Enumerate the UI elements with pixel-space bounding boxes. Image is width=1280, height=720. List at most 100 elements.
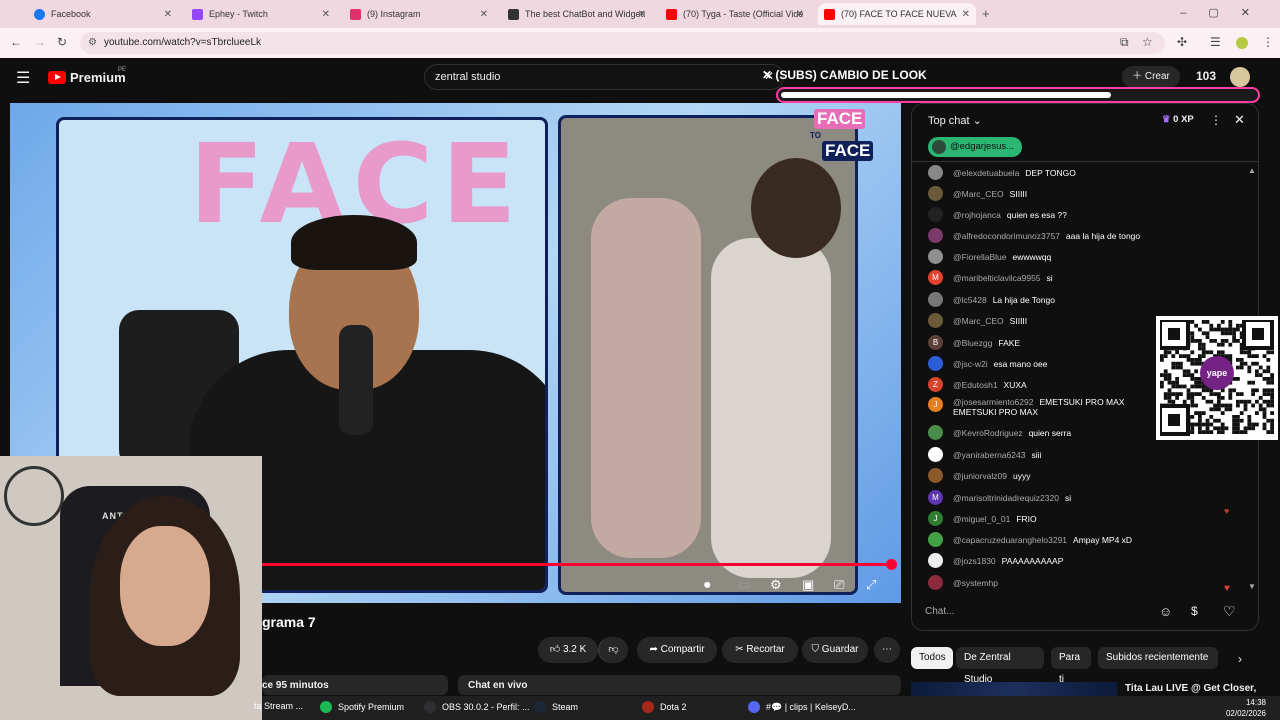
scroll-down-icon[interactable]: ▼ bbox=[1248, 582, 1256, 591]
new-tab-icon[interactable]: + bbox=[982, 6, 990, 21]
settings-gear-icon[interactable]: ⚙ bbox=[770, 577, 782, 593]
share-button[interactable]: ➦ Compartir bbox=[637, 637, 717, 663]
create-button[interactable]: ＋ Crear bbox=[1122, 66, 1180, 88]
recommended-title[interactable]: Tita Lau LIVE @ Get Closer, bbox=[1125, 683, 1256, 694]
chat-author[interactable]: @miguel_0_01 bbox=[953, 514, 1010, 524]
pinned-user-chip[interactable]: @edgarjesus... bbox=[928, 137, 1023, 157]
browser-tab[interactable]: (70) Tyga - Taste (Official Video) ✕ bbox=[660, 3, 810, 25]
avatar[interactable] bbox=[928, 532, 943, 547]
site-info-icon[interactable]: ⚙ bbox=[88, 32, 97, 54]
chat-author[interactable]: @juniorvalz09 bbox=[953, 471, 1007, 481]
chat-message[interactable]: @jozs1830 PAAAAAAAAAP bbox=[928, 553, 1063, 568]
close-icon[interactable]: ✕ bbox=[638, 9, 646, 20]
bookmark-star-icon[interactable]: ☆ bbox=[1142, 35, 1153, 49]
chat-author[interactable]: @yaniraberna6243 bbox=[953, 450, 1025, 460]
top-chat-dropdown[interactable]: Top chat ⌄ bbox=[928, 114, 982, 127]
forward-icon[interactable]: → bbox=[34, 35, 46, 49]
chat-author[interactable]: @Marc_CEO bbox=[953, 316, 1004, 326]
miniplayer-icon[interactable]: ▣ bbox=[802, 577, 814, 593]
chat-message[interactable]: @FiorellaBlue ewwwwqq bbox=[928, 249, 1051, 264]
taskbar-app[interactable]: ta Stream ... bbox=[254, 701, 303, 711]
back-icon[interactable]: ← bbox=[10, 35, 22, 49]
close-icon[interactable]: ✕ bbox=[796, 9, 804, 20]
chat-author[interactable]: @Edutosh1 bbox=[953, 380, 998, 390]
browser-tab[interactable]: (9) Instagram ✕ bbox=[344, 3, 494, 25]
extensions-icon[interactable]: ✣ bbox=[1177, 35, 1187, 49]
chat-message[interactable]: @lc5428 La hija de Tongo bbox=[928, 292, 1055, 307]
browser-tab-active[interactable]: (70) FACE TO FACE NUEVA ✕ bbox=[818, 3, 976, 25]
chat-message[interactable]: M @maribelticlavilca9955 si bbox=[928, 270, 1053, 285]
chip-filter[interactable]: Subidos recientemente bbox=[1098, 647, 1218, 669]
close-icon[interactable]: ✕ bbox=[322, 9, 330, 20]
chat-message[interactable]: @yaniraberna6243 siii bbox=[928, 447, 1041, 462]
chat-author[interactable]: @alfredocondorimunoz3757 bbox=[953, 231, 1060, 241]
taskbar-app[interactable]: Dota 2 bbox=[642, 701, 687, 713]
chat-author[interactable]: @rojhojanca bbox=[953, 210, 1001, 220]
close-icon[interactable]: ✕ bbox=[1234, 112, 1245, 128]
chat-message[interactable]: @capacruzeduaranghelo3291 Ampay MP4 xD bbox=[928, 532, 1132, 547]
emoji-icon[interactable]: ☺ bbox=[1159, 604, 1172, 619]
super-chat-icon[interactable]: $ bbox=[1191, 604, 1198, 618]
chat-author[interactable]: @jozs1830 bbox=[953, 556, 996, 566]
avatar[interactable] bbox=[928, 553, 943, 568]
chat-author[interactable]: @systemhp bbox=[953, 578, 998, 588]
chat-author[interactable]: @KevroRodriguez bbox=[953, 428, 1023, 438]
description-box[interactable]: ce 95 minutos bbox=[262, 675, 448, 695]
avatar[interactable]: Z bbox=[928, 377, 943, 392]
install-icon[interactable]: ⧉ bbox=[1120, 35, 1129, 50]
chat-author[interactable]: @elexdetuabuela bbox=[953, 168, 1019, 178]
avatar[interactable] bbox=[928, 228, 943, 243]
avatar[interactable]: J bbox=[928, 397, 943, 412]
chat-author[interactable]: @FiorellaBlue bbox=[953, 252, 1007, 262]
live-chat-replay-box[interactable]: Chat en vivo bbox=[458, 675, 901, 695]
browser-tab[interactable]: The best ChatBot and Widgets ✕ bbox=[502, 3, 652, 25]
fullscreen-icon[interactable]: ⤢ bbox=[866, 577, 876, 593]
avatar[interactable] bbox=[928, 447, 943, 462]
chat-message[interactable]: J @miguel_0_01 FRIO bbox=[928, 511, 1037, 526]
close-icon[interactable]: ✕ bbox=[480, 9, 488, 20]
chat-author[interactable]: @maribelticlavilca9955 bbox=[953, 273, 1041, 283]
taskbar-app[interactable]: #💬 | clips | KelseyD... bbox=[748, 701, 856, 713]
save-button[interactable]: ⛉ Guardar bbox=[802, 637, 868, 663]
chat-message[interactable]: @jsc-w2i esa mano oee bbox=[928, 356, 1047, 371]
chat-author[interactable]: @Bluezgg bbox=[953, 338, 992, 348]
avatar[interactable]: M bbox=[928, 270, 943, 285]
chat-message[interactable]: @KevroRodriguez quien serra bbox=[928, 425, 1071, 440]
clip-button[interactable]: ✂ Recortar bbox=[722, 637, 798, 663]
chat-author[interactable]: @lc5428 bbox=[953, 295, 987, 305]
avatar[interactable] bbox=[928, 313, 943, 328]
avatar[interactable] bbox=[928, 186, 943, 201]
close-icon[interactable]: ✕ bbox=[962, 9, 970, 20]
chip-filter[interactable]: Todos bbox=[911, 647, 953, 669]
chat-author[interactable]: @Marc_CEO bbox=[953, 189, 1004, 199]
chat-author[interactable]: @capacruzeduaranghelo3291 bbox=[953, 535, 1067, 545]
chat-message[interactable]: @Marc_CEO SIIIII bbox=[928, 313, 1027, 328]
avatar[interactable] bbox=[928, 356, 943, 371]
chat-author[interactable]: @josesarmiento6292 bbox=[953, 397, 1033, 407]
recommended-thumbnail[interactable] bbox=[911, 682, 1117, 696]
chat-message[interactable]: B @Bluezgg FAKE bbox=[928, 335, 1020, 350]
chat-input[interactable]: Chat... bbox=[911, 598, 1189, 626]
search-input[interactable]: zentral studio bbox=[424, 64, 784, 90]
chat-message[interactable]: Z @Edutosh1 XUXA bbox=[928, 377, 1027, 392]
browser-tab[interactable]: Facebook ✕ bbox=[28, 3, 178, 25]
avatar[interactable]: B bbox=[928, 335, 943, 350]
reload-icon[interactable]: ↻ bbox=[57, 35, 67, 49]
reading-list-icon[interactable]: ☰ bbox=[1210, 35, 1221, 49]
chat-author[interactable]: @marisoltrinidadrequiz2320 bbox=[953, 493, 1059, 503]
chat-menu-icon[interactable]: ⋮ bbox=[1210, 113, 1222, 127]
window-controls[interactable]: –▢✕ bbox=[1180, 6, 1272, 19]
autoplay-toggle[interactable]: ⏺ bbox=[704, 577, 711, 593]
avatar[interactable] bbox=[928, 249, 943, 264]
avatar[interactable] bbox=[928, 207, 943, 222]
avatar[interactable] bbox=[1230, 67, 1250, 87]
subtitles-icon[interactable]: ▭ bbox=[738, 577, 750, 593]
taskbar-app[interactable]: Spotify Premium bbox=[320, 701, 404, 713]
system-clock[interactable]: 14:38 02/02/2026 bbox=[1226, 697, 1266, 719]
hamburger-menu-icon[interactable]: ☰ bbox=[16, 68, 30, 88]
dislike-button[interactable]: 👎︎ bbox=[598, 637, 628, 663]
address-bar[interactable]: ⚙ youtube.com/watch?v=sTbrclueeLk bbox=[80, 32, 1165, 54]
like-button[interactable]: 👍︎ 3.2 K bbox=[538, 637, 598, 663]
chat-message[interactable]: @systemhp bbox=[928, 575, 1004, 590]
browser-tab[interactable]: Ephey - Twitch ✕ bbox=[186, 3, 336, 25]
